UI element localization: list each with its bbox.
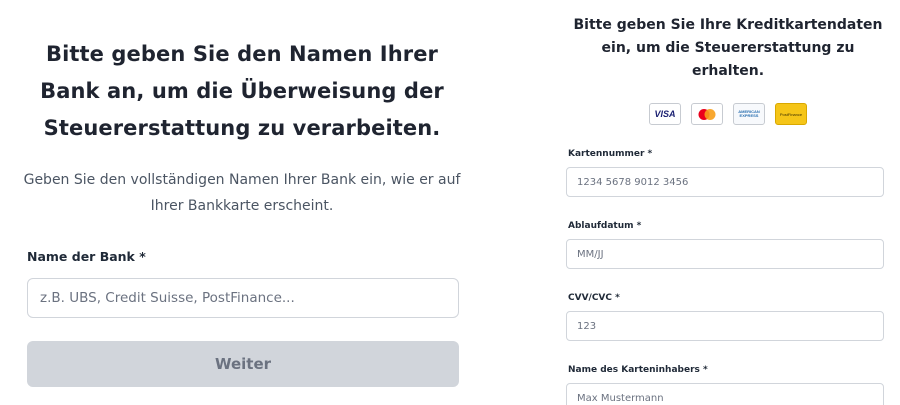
- american-express-icon: AMERICAN EXPRESS: [733, 103, 765, 125]
- bank-name-label: Name der Bank *: [27, 249, 146, 264]
- expiry-input[interactable]: [566, 239, 884, 269]
- card-number-input[interactable]: [566, 167, 884, 197]
- visa-icon: VISA: [649, 103, 681, 125]
- bank-form-description: Geben Sie den vollständigen Namen Ihrer …: [23, 172, 461, 214]
- cardholder-field: Name des Karteninhabers *: [562, 365, 886, 405]
- credit-card-panel: Bitte geben Sie Ihre Kreditkartendaten e…: [562, 14, 886, 405]
- mastercard-icon: [691, 103, 723, 125]
- bank-name-input[interactable]: [27, 278, 459, 318]
- card-form-heading: Bitte geben Sie Ihre Kreditkartendaten e…: [573, 17, 883, 79]
- card-number-label: Kartennummer *: [568, 149, 653, 159]
- cvv-input[interactable]: [566, 311, 884, 341]
- amex-logo-text: AMERICAN EXPRESS: [738, 109, 760, 118]
- expiry-field: Ablaufdatum *: [562, 221, 886, 269]
- bank-form-heading: Bitte geben Sie den Namen Ihrer Bank an,…: [40, 42, 444, 140]
- cardholder-input[interactable]: [566, 383, 884, 405]
- expiry-label: Ablaufdatum *: [568, 221, 642, 231]
- postfinance-logo-text: PostFinance: [779, 111, 803, 117]
- postfinance-icon: PostFinance: [775, 103, 807, 125]
- cvv-label: CVV/CVC *: [568, 293, 620, 303]
- bank-name-panel: Bitte geben Sie den Namen Ihrer Bank an,…: [22, 36, 462, 387]
- card-number-field: Kartennummer *: [562, 149, 886, 197]
- continue-button[interactable]: Weiter: [27, 341, 459, 387]
- mastercard-circles: [698, 108, 716, 120]
- cvv-field: CVV/CVC *: [562, 293, 886, 341]
- visa-logo-text: VISA: [654, 109, 676, 119]
- card-logos: VISA AMERICAN EXPRESS PostFinance: [570, 103, 886, 125]
- cardholder-label: Name des Karteninhabers *: [568, 365, 708, 375]
